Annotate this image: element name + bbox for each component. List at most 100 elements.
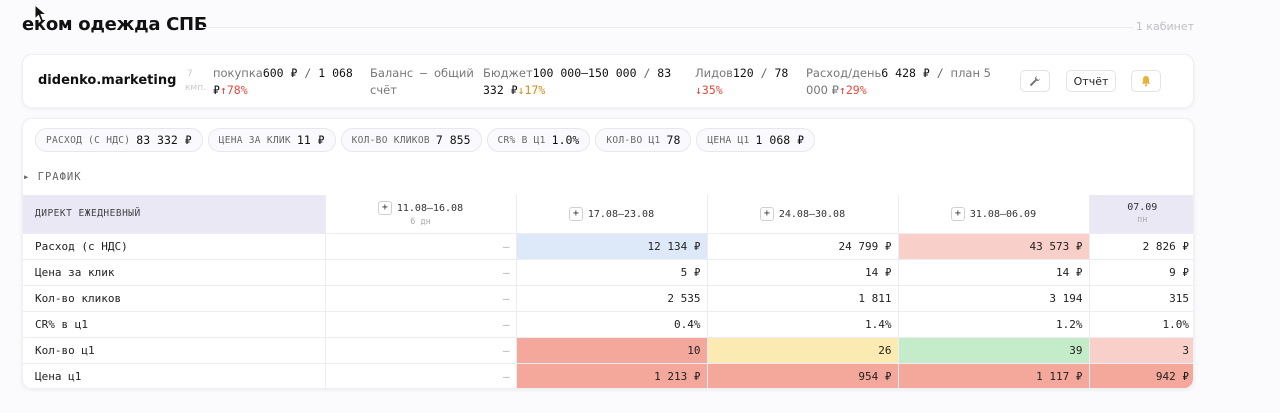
daily-direct-table: ДИРЕКТ ЕЖЕДНЕВНЫЙ +11.08–16.08 6 дн +17.0… (23, 195, 1193, 388)
column-label: 31.08–06.09 (969, 208, 1037, 220)
table-cell: 315 (1088, 284, 1193, 311)
purchase-currency: ₽ (213, 83, 220, 97)
spend-day-label: Расход/день (806, 66, 882, 80)
chart-toggle[interactable]: ▸ ГРАФИК (23, 171, 82, 183)
kpi-chip-goals[interactable]: КОЛ-ВО Ц1 78 (595, 128, 692, 152)
chip-label: КОЛ-ВО КЛИКОВ (351, 134, 430, 146)
campaign-count-unit: кмп. (185, 83, 206, 93)
balance-value: общий (433, 66, 474, 80)
column-header: +17.08–23.08 (515, 195, 707, 233)
purchase-delta: ↑78% (219, 83, 248, 97)
balance-metric: Баланс — общий счёт (370, 65, 474, 99)
row-label: Цена ц1 (23, 362, 325, 388)
kpi-chip-clicks[interactable]: КОЛ-ВО КЛИКОВ 7 855 (340, 128, 482, 152)
row-label: Кол-во ц1 (23, 336, 325, 363)
chip-value: 83 332 ₽ (136, 133, 192, 147)
balance-label: Баланс (370, 66, 414, 80)
leads-sep: / (753, 66, 775, 80)
kpi-chip-goal-price[interactable]: ЦЕНА Ц1 1 068 ₽ (696, 128, 816, 152)
table-cell: 24 799 ₽ (706, 232, 898, 259)
expand-plus-icon[interactable]: + (950, 206, 965, 221)
page-title: еком одежда СПБ (22, 14, 208, 35)
campaign-count-value: 7 (187, 69, 193, 79)
table-cell: 39 (897, 336, 1089, 363)
purchase-plan: 1 068 (318, 66, 353, 80)
table-cell: 1.2% (897, 310, 1089, 337)
page-header: еком одежда СПБ 1 кабинет (22, 14, 1194, 44)
column-header: +11.08–16.08 6 дн (324, 195, 516, 233)
table-row: CR% в ц1 — 0.4% 1.4% 1.2% 1.0% (23, 310, 1193, 337)
chip-label: КОЛ-ВО Ц1 (606, 134, 661, 146)
spend-day-delta: ↑29% (838, 83, 867, 97)
table-cell: 2 826 ₽ (1088, 232, 1193, 259)
notifications-button[interactable] (1131, 70, 1161, 92)
table-header-row: ДИРЕКТ ЕЖЕДНЕВНЫЙ +11.08–16.08 6 дн +17.0… (23, 195, 1193, 233)
bell-icon (1141, 76, 1151, 87)
column-sub: пн (1137, 215, 1148, 226)
table-cell: 0.4% (515, 310, 707, 337)
table-cell: — (324, 336, 516, 363)
chip-value: 11 ₽ (296, 133, 325, 147)
table-row: Расход (с НДС) — 12 134 ₽ 24 799 ₽ 43 57… (23, 232, 1193, 259)
table-cell: 12 134 ₽ (515, 232, 707, 259)
table-cell: — (324, 258, 516, 285)
leads-value: 120 (732, 66, 754, 80)
budget-delta: ↓17% (517, 83, 546, 97)
expand-plus-icon[interactable]: + (568, 206, 583, 221)
table-cell: 1 213 ₽ (515, 362, 707, 388)
spend-day-plan: план 5 (950, 66, 991, 80)
table-cell: — (324, 362, 516, 388)
kpi-chips: РАСХОД (С НДС) 83 332 ₽ ЦЕНА ЗА КЛИК 11 ₽ … (35, 128, 816, 152)
spend-day-value: 6 428 ₽ (881, 66, 930, 80)
column-label: 24.08–30.08 (778, 208, 846, 220)
table-cell: — (324, 310, 516, 337)
budget-value: 100 000–150 000 (532, 66, 637, 80)
chip-value: 7 855 (435, 133, 471, 147)
leads-delta: ↓35% (695, 83, 723, 97)
settings-button[interactable] (1020, 70, 1050, 92)
kpi-chip-spend[interactable]: РАСХОД (С НДС) 83 332 ₽ (35, 128, 203, 152)
column-header: +31.08–06.09 (897, 195, 1089, 233)
table-cell: 1.4% (706, 310, 898, 337)
expand-plus-icon[interactable]: + (377, 200, 392, 215)
chip-label: ЦЕНА ЗА КЛИК (218, 134, 291, 146)
campaign-count: 7 кмп. (185, 67, 206, 95)
purchase-label: покупка (213, 66, 263, 80)
account-summary-card: didenko.marketing 7 кмп. покупка600 ₽ / … (22, 54, 1194, 108)
table-cell: 1 811 (706, 284, 898, 311)
row-label: Цена за клик (23, 258, 325, 285)
table-cell: 1.0% (1088, 310, 1193, 337)
balance-sep: — (413, 66, 434, 80)
report-button[interactable]: Отчёт (1066, 70, 1116, 92)
table-row: Кол-во кликов — 2 535 1 811 3 194 315 (23, 284, 1193, 311)
account-name[interactable]: didenko.marketing (38, 73, 176, 88)
column-header: +24.08–30.08 (706, 195, 898, 233)
wrench-icon (1030, 76, 1040, 86)
leads-plan: 78 (774, 66, 789, 80)
column-label: 11.08–16.08 (396, 202, 464, 214)
kpi-chip-cpc[interactable]: ЦЕНА ЗА КЛИК 11 ₽ (207, 128, 336, 152)
expand-plus-icon[interactable]: + (759, 206, 774, 221)
balance-value-line2: счёт (370, 83, 397, 97)
table-cell: 9 ₽ (1088, 258, 1193, 285)
table-cell: 3 194 (897, 284, 1089, 311)
purchase-sep: / (297, 66, 319, 80)
budget-label: Бюджет (483, 66, 533, 80)
spend-day-plan-line2: 000 ₽ (806, 83, 839, 97)
table-cell: 954 ₽ (706, 362, 898, 388)
column-label: 07.09 (1127, 202, 1158, 214)
chip-value: 1 068 ₽ (755, 133, 805, 147)
budget-metric: Бюджет100 000–150 000 / 83 332 ₽↓17% (483, 65, 671, 99)
chip-value: 1.0% (551, 133, 580, 147)
table-row: Кол-во ц1 — 10 26 39 3 (23, 336, 1193, 363)
table-cell: 14 ₽ (706, 258, 898, 285)
table-cell: 43 573 ₽ (897, 232, 1089, 259)
row-label: CR% в ц1 (23, 310, 325, 337)
column-sub: 6 дн (410, 216, 431, 227)
chip-label: ЦЕНА Ц1 (707, 134, 750, 146)
column-header: 07.09 пн (1088, 195, 1193, 233)
table-row: Цена ц1 — 1 213 ₽ 954 ₽ 1 117 ₽ 942 ₽ (23, 362, 1193, 388)
kpi-chip-cr[interactable]: CR% В Ц1 1.0% (486, 128, 591, 152)
budget-plan: 83 (657, 66, 672, 80)
leads-label: Лидов (695, 66, 733, 80)
